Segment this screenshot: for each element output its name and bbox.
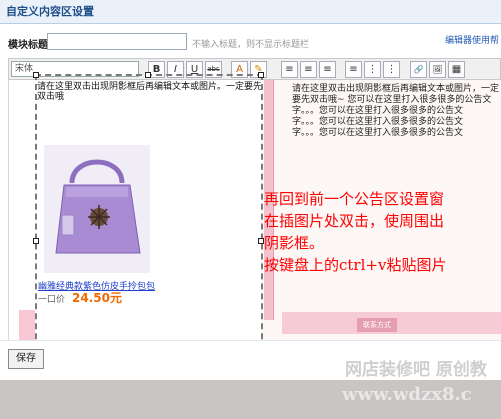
- editor-right-text[interactable]: 请在这里双击出现阴影框后再编辑文本或图片，一定 要先双击哦~ 您可以在这里打入很…: [292, 84, 501, 139]
- module-title-input[interactable]: [47, 33, 187, 50]
- font-family-select[interactable]: 宋体: [11, 61, 139, 77]
- instruction-line: 阴影框。: [264, 234, 325, 252]
- italic-button[interactable]: I: [167, 61, 184, 78]
- table-icon[interactable]: ▦: [448, 61, 465, 78]
- watermark-url: www.wdzx8.c: [342, 384, 472, 405]
- price-label: 一口价: [38, 295, 66, 305]
- price-value: 24.50元: [72, 291, 122, 305]
- window-title: 自定义内容区设置: [0, 0, 501, 24]
- unordered-list-icon[interactable]: ⋮: [364, 61, 381, 78]
- text-line: 字。。。您可以在这里打入很多很多的公告文: [292, 117, 464, 127]
- align-right-icon[interactable]: ≡: [319, 61, 336, 78]
- module-title-label: 模块标题: [8, 40, 48, 51]
- resize-handle[interactable]: [258, 72, 264, 78]
- ordered-list-icon[interactable]: ≡: [345, 61, 362, 78]
- decor-strip: [19, 310, 35, 340]
- resize-handle[interactable]: [145, 72, 151, 78]
- contact-ribbon-label: 联系方式: [357, 318, 397, 332]
- align-left-icon[interactable]: ≡: [281, 61, 298, 78]
- module-title-row: 模块标题 不输入标题，则不显示标题栏 编辑器使用帮: [0, 28, 501, 54]
- handbag-image[interactable]: [44, 145, 150, 273]
- text-line: 字。。。您可以在这里打入很多很多的公告文: [292, 128, 464, 138]
- font-color-icon[interactable]: A: [231, 61, 248, 78]
- text-line: 要先双击哦~ 您可以在这里打入很多很多的公告文: [292, 95, 492, 105]
- save-button[interactable]: 保存: [8, 349, 44, 369]
- text-line: 请在这里双击出现阴影框后再编辑文本或图片，一定: [292, 84, 500, 94]
- watermark-text: 网店装修吧 原创教: [345, 360, 487, 380]
- strikethrough-button[interactable]: abc: [205, 61, 222, 78]
- instruction-overlay: 再回到前一个公告区设置窗 在插图片处双击，使周围出 阴影框。 按键盘上的ctrl…: [264, 188, 501, 276]
- link-icon[interactable]: 🔗: [410, 61, 427, 78]
- underline-button[interactable]: U: [186, 61, 203, 78]
- editor-left-text[interactable]: 请在这里双击出现阴影框后再编辑文本或图片。一定要先双击哦: [37, 82, 262, 102]
- editor-toolbar: 宋体 B I U abc A ✎ ≡ ≡ ≡ ≡ ⋮ ⋮ 🔗 🖼 ▦: [8, 58, 501, 80]
- align-center-icon[interactable]: ≡: [300, 61, 317, 78]
- editor-help-link[interactable]: 编辑器使用帮: [445, 33, 499, 46]
- indent-icon[interactable]: ⋮: [383, 61, 400, 78]
- resize-handle[interactable]: [33, 72, 39, 78]
- instruction-line: 再回到前一个公告区设置窗: [264, 190, 445, 208]
- instruction-line: 按键盘上的ctrl+v粘贴图片: [264, 256, 447, 274]
- resize-handle[interactable]: [33, 238, 39, 244]
- image-icon[interactable]: 🖼: [429, 61, 446, 78]
- module-title-hint: 不输入标题，则不显示标题栏: [192, 40, 310, 50]
- instruction-line: 在插图片处双击，使周围出: [264, 212, 445, 230]
- text-line: 字。。。您可以在这里打入很多很多的公告文: [292, 106, 464, 116]
